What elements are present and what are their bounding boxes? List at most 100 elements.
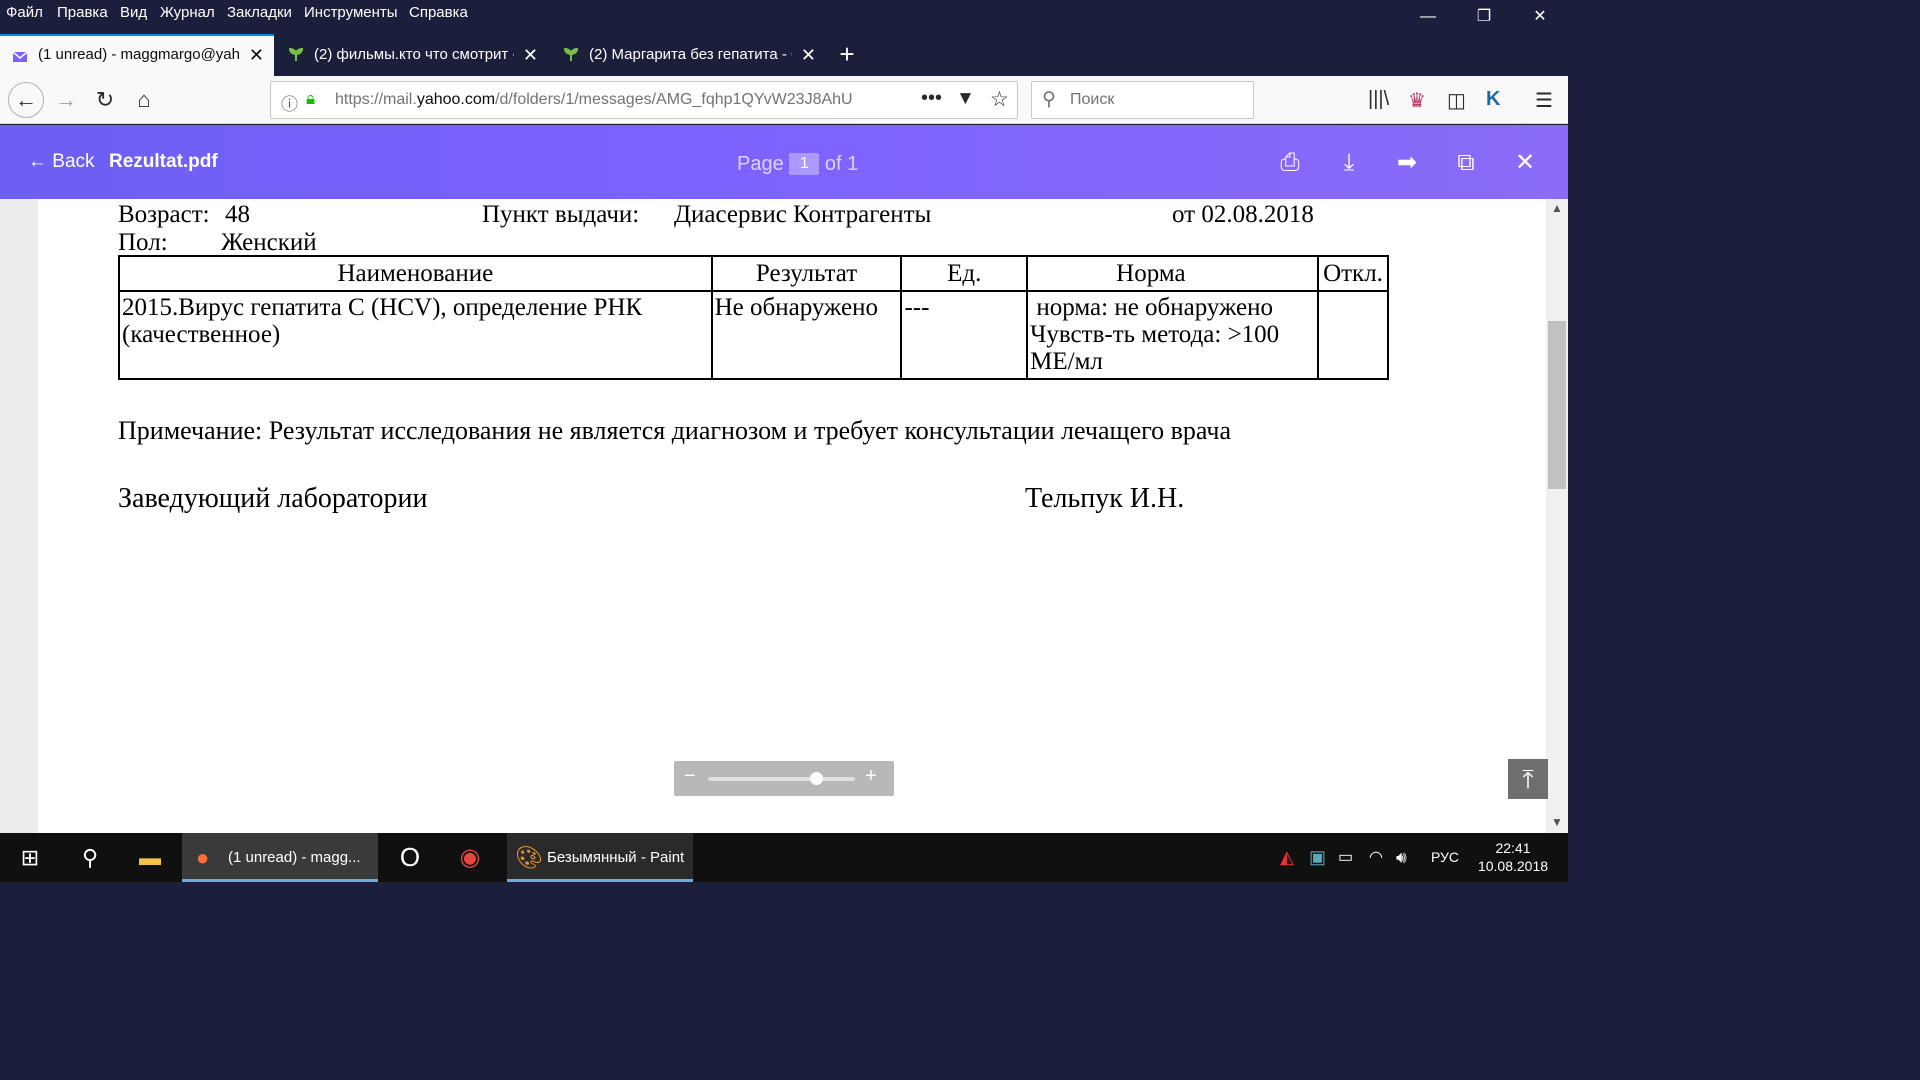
zoom-slider-knob[interactable] [810, 772, 823, 785]
zoom-control: − + [674, 761, 894, 796]
menu-bookmarks[interactable]: Закладки [227, 4, 292, 21]
url-bar[interactable]: ⓘ 🔒︎ https://mail.yahoo.com/d/folders/1/… [270, 81, 1018, 119]
sex-value: Женский [221, 229, 317, 256]
download-icon[interactable]: ⤓ [1333, 147, 1365, 179]
opera-icon[interactable]: O [390, 833, 430, 882]
close-tab-icon[interactable]: ✕ [801, 34, 816, 76]
back-arrow-icon[interactable]: ← [8, 82, 44, 118]
clock[interactable]: 22:41 10.08.2018 [1468, 839, 1558, 875]
windows-start-icon[interactable]: ⊞ [10, 833, 50, 882]
url-text[interactable]: https://mail.yahoo.com/d/folders/1/messa… [335, 91, 895, 109]
kaspersky-icon[interactable]: K [1486, 88, 1500, 111]
restore-icon[interactable]: ❐ [1456, 0, 1512, 34]
ok-leaf-icon [563, 47, 579, 61]
forward-share-icon[interactable]: ➡ [1391, 147, 1423, 179]
taskbar: ⊞ ⚲ ▬ ● (1 unread) - magg... O ◉ 🎨︎ Безы… [0, 833, 1568, 882]
age-label: Возраст: [118, 201, 210, 228]
reload-icon[interactable]: ↻ [89, 84, 121, 116]
file-explorer-icon[interactable]: ▬ [128, 833, 172, 882]
info-icon[interactable]: ⓘ [281, 90, 298, 115]
age-value: 48 [225, 201, 250, 228]
taskbar-paint[interactable]: 🎨︎ Безымянный - Paint [507, 833, 693, 882]
scrollbar[interactable]: ▲ ▼ [1546, 199, 1568, 833]
antivirus-tray-icon[interactable]: ◭ [1280, 833, 1302, 882]
tab-title: (2) Маргарита без гепатита - ОК [589, 46, 792, 63]
scroll-down-icon[interactable]: ▼ [1551, 815, 1563, 829]
open-external-icon[interactable]: ⧉ [1450, 147, 1482, 179]
result-cell: Не обнаружено [710, 290, 903, 380]
report-date: от 02.08.2018 [1172, 201, 1314, 228]
zoom-out-button[interactable]: − [684, 765, 696, 788]
page-number-input[interactable]: 1 [789, 153, 820, 175]
table-row: 2015.Вирус гепатита С (HCV), определение… [118, 290, 1389, 380]
menu-history[interactable]: Журнал [160, 4, 215, 21]
tray-app-icon[interactable]: ▣ [1309, 833, 1331, 882]
wifi-icon[interactable]: ◠ [1369, 833, 1391, 882]
forward-arrow-icon[interactable]: → [50, 84, 82, 116]
library-icon[interactable]: |||\ [1368, 88, 1389, 111]
head-title: Заведующий лаборатории [118, 483, 428, 514]
close-window-icon[interactable]: ✕ [1512, 0, 1568, 34]
firefox-icon: ● [196, 845, 210, 870]
paint-icon: 🎨︎ [515, 845, 543, 870]
head-name: Тельпук И.Н. [1025, 483, 1185, 514]
language-indicator[interactable]: РУС [1431, 833, 1461, 882]
clock-time: 22:41 [1495, 840, 1531, 856]
bookmark-star-icon[interactable]: ☆ [990, 87, 1009, 112]
menu-edit[interactable]: Правка [57, 4, 108, 21]
search-icon[interactable]: ⚲ [70, 833, 110, 882]
clock-date: 10.08.2018 [1477, 858, 1549, 874]
minimize-icon[interactable]: — [1400, 0, 1456, 34]
zoom-in-button[interactable]: + [865, 765, 877, 788]
tab-ok-films[interactable]: (2) фильмы.кто что смотрит - ОК ✕ [276, 34, 548, 76]
taskbar-paint-label: Безымянный - Paint [547, 849, 685, 866]
tab-yahoo-mail[interactable]: (1 unread) - maggmargo@yahoo ✕ [0, 34, 274, 76]
menu-tools[interactable]: Инструменты [304, 4, 398, 21]
new-tab-button[interactable]: + [834, 34, 860, 76]
menu-help[interactable]: Справка [409, 4, 468, 21]
close-viewer-icon[interactable]: ✕ [1509, 147, 1541, 179]
pocket-icon[interactable]: ▼ [956, 88, 975, 110]
navigation-bar: ← → ↻ ⌂ ⓘ 🔒︎ https://mail.yahoo.com/d/fo… [0, 76, 1568, 124]
column-header: Наименование [118, 255, 713, 292]
page-actions-icon[interactable]: ••• [921, 87, 942, 110]
tab-bar: (1 unread) - maggmargo@yahoo ✕ (2) фильм… [0, 34, 1568, 76]
sidebar-icon[interactable]: ◫ [1447, 88, 1466, 113]
lock-icon: 🔒︎ [306, 89, 316, 108]
back-button[interactable]: ← Back [28, 151, 95, 173]
column-header: Откл. [1317, 255, 1389, 292]
norm-line: Чувств-ть метода: >100 [1030, 321, 1280, 348]
taskbar-firefox-label: (1 unread) - magg... [228, 849, 361, 866]
tab-title: (2) фильмы.кто что смотрит - ОК [314, 46, 514, 63]
pickup-label: Пункт выдачи: [482, 201, 640, 228]
pdf-viewer-header: ← Back Rezultat.pdf Page 1 of 1 ⎙ ⤓ ➡ ⧉ … [0, 125, 1568, 199]
close-tab-icon[interactable]: ✕ [249, 36, 264, 74]
tab-ok-margarita[interactable]: (2) Маргарита без гепатита - ОК ✕ [551, 34, 826, 76]
taskbar-firefox[interactable]: ● (1 unread) - magg... [182, 833, 378, 882]
battery-icon[interactable]: ▭ [1338, 833, 1360, 882]
scroll-thumb[interactable] [1548, 321, 1566, 489]
scroll-up-icon[interactable]: ▲ [1551, 201, 1563, 215]
close-tab-icon[interactable]: ✕ [523, 34, 538, 76]
volume-icon[interactable]: 🔊︎ [1396, 833, 1418, 882]
column-header: Норма [1026, 255, 1319, 292]
print-icon[interactable]: ⎙ [1274, 147, 1306, 179]
hamburger-menu-icon[interactable]: ☰ [1535, 88, 1553, 113]
zoom-slider[interactable] [708, 777, 855, 781]
menu-file[interactable]: Файл [6, 4, 43, 21]
scroll-to-top-icon[interactable]: ⤒ [1508, 759, 1548, 799]
chrome-icon[interactable]: ◉ [450, 833, 490, 882]
search-icon: ⚲ [1042, 89, 1056, 110]
search-placeholder: Поиск [1070, 91, 1115, 108]
menu-view[interactable]: Вид [120, 4, 147, 21]
unit-cell: --- [900, 290, 1029, 380]
home-icon[interactable]: ⌂ [128, 84, 160, 116]
ok-leaf-icon [288, 47, 304, 61]
column-header: Результат [710, 255, 903, 292]
column-header: Ед. [900, 255, 1029, 292]
search-input[interactable]: ⚲ Поиск [1031, 81, 1254, 119]
norm-line: норма: не обнаружено [1030, 294, 1274, 321]
extension-icon[interactable]: ♛ [1408, 88, 1426, 113]
pickup-value: Диасервис Контрагенты [674, 201, 932, 228]
note-text: Примечание: Результат исследования не яв… [118, 416, 1232, 445]
